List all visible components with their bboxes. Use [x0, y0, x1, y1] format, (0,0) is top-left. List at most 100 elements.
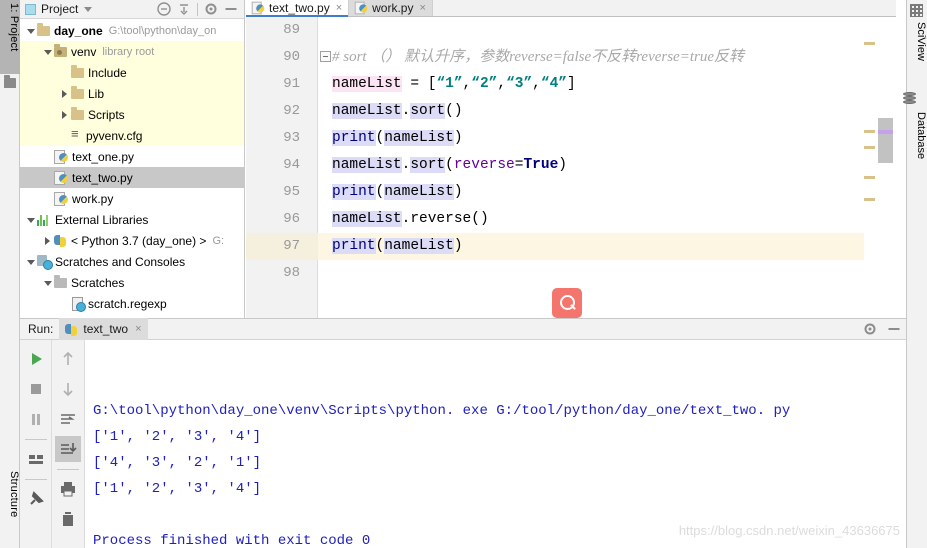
- run-panel-header: Run: text_two ×: [20, 318, 906, 340]
- run-console-body: G:\tool\python\day_one\venv\Scripts\pyth…: [20, 340, 906, 548]
- code-text: nameList.reverse(): [332, 206, 489, 233]
- scrollbar-thumb[interactable]: [878, 118, 893, 163]
- right-tool-window-bar: SciView Database: [903, 0, 927, 548]
- folder-icon: [37, 22, 50, 36]
- code-line[interactable]: 93 print(nameList): [246, 125, 896, 152]
- tree-node-scratches[interactable]: Scratches: [20, 272, 244, 293]
- chevron-down-icon[interactable]: [84, 6, 93, 12]
- chevron-down-icon[interactable]: [24, 209, 37, 230]
- code-token: sort: [410, 157, 446, 173]
- code-text: # sort （） 默认升序，参数reverse=false不反转reverse…: [332, 44, 744, 72]
- tree-node-work.py[interactable]: work.py: [20, 188, 244, 209]
- folder-icon: [71, 85, 84, 99]
- close-icon[interactable]: ×: [336, 2, 342, 14]
- code-token: reverse: [410, 211, 472, 227]
- rerun-play-icon[interactable]: [23, 346, 49, 372]
- chevron-down-icon[interactable]: [24, 20, 37, 41]
- collapse-all-icon[interactable]: [154, 0, 174, 19]
- chevron-right-icon[interactable]: [58, 104, 71, 125]
- tree-node-day_one[interactable]: day_one G:\tool\python\day_on: [20, 20, 244, 41]
- minimize-icon[interactable]: [221, 0, 241, 19]
- stop-icon[interactable]: [23, 376, 49, 402]
- editor-tab-label: text_two.py: [269, 1, 330, 15]
- chevron-right-icon[interactable]: [58, 83, 71, 104]
- tree-node---python-3.7--day_one---[interactable]: < Python 3.7 (day_one) > G:: [20, 230, 244, 251]
- close-icon[interactable]: ×: [135, 323, 141, 335]
- tree-node-label: text_one.py: [72, 149, 135, 164]
- project-tool-window: Project day_one G:\tool\python\day_on venv…: [20, 0, 245, 318]
- run-configuration-tab[interactable]: text_two ×: [59, 318, 148, 340]
- tree-node-venv[interactable]: venv library root: [20, 41, 244, 62]
- project-icon: [4, 75, 16, 88]
- database-icon: [903, 92, 916, 105]
- sidebar-tab-database[interactable]: Database: [906, 110, 927, 159]
- sidebar-tab-sciview[interactable]: SciView: [906, 20, 927, 61]
- chevron-down-icon[interactable]: [41, 272, 54, 293]
- code-fold-icon[interactable]: [320, 51, 331, 62]
- tree-node-lib[interactable]: Lib: [20, 83, 244, 104]
- chevron-down-icon[interactable]: [41, 41, 54, 62]
- code-line[interactable]: 94 nameList.sort(reverse=True): [246, 152, 896, 179]
- tree-node-label: Include: [88, 65, 127, 80]
- editor-vertical-scrollbar[interactable]: [875, 34, 896, 335]
- expand-all-icon[interactable]: [174, 0, 194, 19]
- editor-tab-work[interactable]: work.py ×: [349, 0, 433, 16]
- chevron-right-icon[interactable]: [41, 230, 54, 251]
- pin-icon[interactable]: [23, 486, 49, 512]
- code-token: print: [332, 130, 376, 146]
- tree-node-scratch.regexp[interactable]: scratch.regexp: [20, 293, 244, 314]
- code-token: = [: [401, 76, 437, 92]
- code-token: (: [375, 130, 385, 146]
- scroll-to-end-icon[interactable]: [55, 436, 81, 462]
- code-line[interactable]: 96 nameList.reverse(): [246, 206, 896, 233]
- tree-node-text_two.py[interactable]: text_two.py: [20, 167, 244, 188]
- soft-wrap-icon[interactable]: [55, 406, 81, 432]
- code-line[interactable]: 97 print(nameList): [246, 233, 896, 260]
- tree-node-text_one.py[interactable]: text_one.py: [20, 146, 244, 167]
- print-icon[interactable]: [55, 476, 81, 502]
- code-token: “4”: [540, 76, 567, 92]
- chevron-down-icon[interactable]: [24, 251, 37, 272]
- trash-icon[interactable]: [55, 506, 81, 532]
- editor-tab-text_two[interactable]: text_two.py ×: [246, 0, 350, 17]
- project-tree[interactable]: day_one G:\tool\python\day_on venv library …: [20, 19, 244, 314]
- code-editor[interactable]: 89 90 # sort （） 默认升序，参数reverse=false不反转rev…: [246, 17, 896, 335]
- code-line[interactable]: 92 nameList.sort(): [246, 98, 896, 125]
- tree-node-pyvenv.cfg[interactable]: pyvenv.cfg: [20, 125, 244, 146]
- tree-node-scripts[interactable]: Scripts: [20, 104, 244, 125]
- code-token: (): [445, 103, 463, 119]
- editor-tab-label: work.py: [372, 1, 414, 15]
- tree-node-label: Lib: [88, 86, 105, 101]
- settings-gear-icon[interactable]: [201, 0, 221, 19]
- layout-icon[interactable]: [23, 446, 49, 472]
- code-token: ): [558, 157, 567, 173]
- close-icon[interactable]: ×: [419, 2, 425, 14]
- sidebar-tab-project[interactable]: 1: Project: [0, 0, 20, 74]
- tree-node-label: work.py: [72, 191, 114, 206]
- console-output[interactable]: G:\tool\python\day_one\venv\Scripts\pyth…: [85, 340, 906, 548]
- python-file-icon: [54, 191, 68, 206]
- down-arrow-icon[interactable]: [55, 376, 81, 402]
- tree-node-include[interactable]: Include: [20, 62, 244, 83]
- code-text: nameList.sort(): [332, 98, 463, 125]
- search-icon[interactable]: [552, 288, 582, 318]
- line-number: 98: [283, 265, 300, 281]
- code-line[interactable]: 95 print(nameList): [246, 179, 896, 206]
- editor-error-markers: [864, 34, 875, 335]
- tree-node-tag: library root: [102, 45, 155, 58]
- folder-icon: [71, 64, 84, 78]
- pause-icon[interactable]: [23, 406, 49, 432]
- code-line[interactable]: 91 nameList = [“1”,“2”,“3”,“4”]: [246, 71, 896, 98]
- code-token: print: [332, 184, 376, 200]
- tree-node-scratches-and-consoles[interactable]: Scratches and Consoles: [20, 251, 244, 272]
- up-arrow-icon[interactable]: [55, 346, 81, 372]
- code-line[interactable]: 90 # sort （） 默认升序，参数reverse=false不反转rever…: [246, 44, 896, 71]
- code-line[interactable]: 89: [246, 17, 896, 44]
- minimize-icon[interactable]: [882, 318, 906, 340]
- settings-gear-icon[interactable]: [858, 318, 882, 340]
- tree-node-external-libraries[interactable]: External Libraries: [20, 209, 244, 230]
- sidebar-tab-structure[interactable]: Structure: [0, 468, 20, 548]
- code-line[interactable]: 98: [246, 260, 896, 287]
